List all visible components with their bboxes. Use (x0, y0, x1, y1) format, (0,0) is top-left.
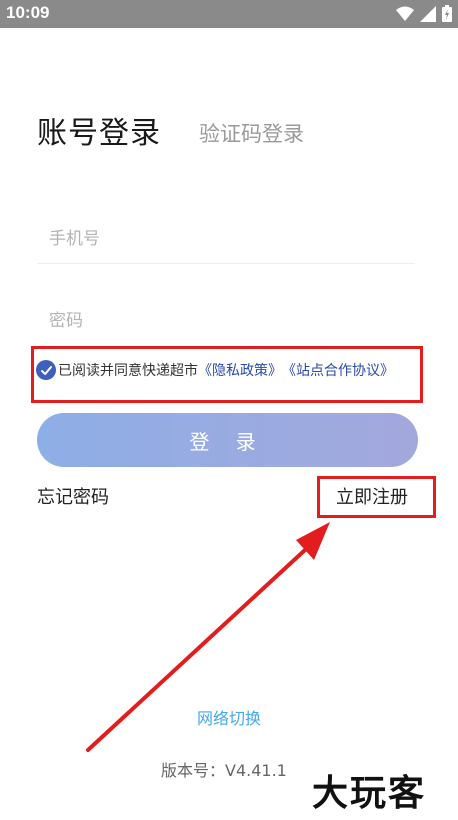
version-text: 版本号：V4.41.1 (161, 761, 287, 780)
watermark-logo: 大玩客 (312, 773, 427, 814)
annotation-arrow (86, 522, 330, 752)
network-switch-link[interactable]: 网络切换 (0, 705, 458, 729)
